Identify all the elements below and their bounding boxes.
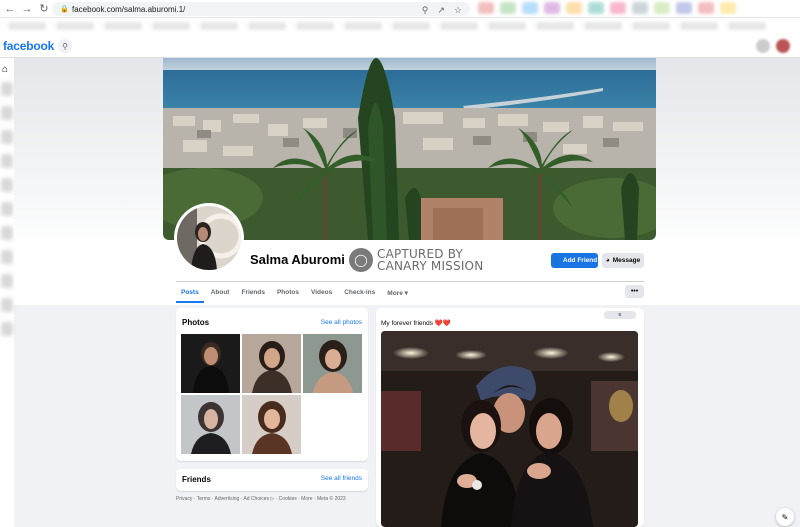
extension-icon[interactable]	[500, 2, 516, 14]
bookmark-item[interactable]	[8, 22, 46, 30]
search-icon[interactable]: ⚲	[58, 39, 72, 53]
extension-icon[interactable]	[478, 2, 494, 14]
url-text: facebook.com/salma.aburomi.1/	[72, 4, 186, 14]
shortcut-icon[interactable]	[1, 274, 13, 288]
bookmark-item[interactable]	[56, 22, 94, 30]
back-icon[interactable]: ←	[3, 2, 17, 16]
bookmark-item[interactable]	[392, 22, 430, 30]
extension-icon[interactable]	[632, 2, 648, 14]
tab-about[interactable]: About	[206, 286, 235, 303]
browser-toolbar: ← → ↻ 🔒 facebook.com/salma.aburomi.1/ ⚲ …	[0, 0, 800, 18]
photo-thumbnail[interactable]	[242, 395, 301, 454]
message-label: Message	[612, 257, 641, 264]
add-friend-icon: 👤	[551, 257, 560, 265]
bookmark-item[interactable]	[536, 22, 574, 30]
extension-icon[interactable]	[698, 2, 714, 14]
bookmark-item[interactable]	[728, 22, 766, 30]
bookmark-item[interactable]	[584, 22, 622, 30]
watermark-line-2: CANARY MISSION	[377, 259, 484, 273]
bookmark-item[interactable]	[296, 22, 334, 30]
share-icon[interactable]: ↗	[437, 5, 445, 16]
forward-icon[interactable]: →	[20, 2, 34, 16]
extension-icon[interactable]	[610, 2, 626, 14]
shortcut-icon[interactable]	[1, 226, 13, 240]
shortcut-icon[interactable]	[1, 202, 13, 216]
bookmark-item[interactable]	[104, 22, 142, 30]
edit-icon: ✎	[781, 512, 789, 522]
lock-icon: 🔒	[60, 6, 69, 13]
tab-friends[interactable]: Friends	[236, 286, 269, 303]
bookmark-item[interactable]	[488, 22, 526, 30]
bookmark-item[interactable]	[440, 22, 478, 30]
bookmarks-bar	[0, 18, 800, 34]
shortcut-icon[interactable]	[1, 106, 13, 120]
bookmark-item[interactable]	[248, 22, 286, 30]
photo-thumbnail[interactable]	[242, 334, 301, 393]
captured-watermark: ◯ CAPTURED BY CANARY MISSION	[349, 248, 483, 272]
menu-icon[interactable]	[756, 39, 770, 53]
see-all-photos-link[interactable]: See all photos	[321, 319, 362, 326]
header-actions	[756, 39, 790, 53]
photo-thumbnail[interactable]	[181, 334, 240, 393]
bookmark-item[interactable]	[152, 22, 190, 30]
bookmark-item[interactable]	[200, 22, 238, 30]
add-friend-button[interactable]: 👤 Add Friend	[551, 253, 598, 268]
shortcut-icon[interactable]	[1, 178, 13, 192]
profile-picture[interactable]	[174, 203, 244, 273]
left-rail: ⌂	[0, 58, 14, 527]
extension-icon[interactable]	[654, 2, 670, 14]
bookmark-item[interactable]	[680, 22, 718, 30]
shortcut-icon[interactable]	[1, 130, 13, 144]
tab-check-ins[interactable]: Check-ins	[339, 286, 380, 303]
shortcut-icon[interactable]	[1, 250, 13, 264]
extension-icon[interactable]	[676, 2, 692, 14]
profile-name: Salma Aburomi	[250, 252, 345, 267]
filters-button[interactable]: ≡	[604, 311, 636, 319]
home-icon[interactable]: ⌂	[2, 64, 8, 75]
shortcut-icon[interactable]	[1, 82, 13, 96]
post-card: ≡ My forever friends ❤️❤️	[376, 308, 644, 527]
post-caption: My forever friends ❤️❤️	[381, 320, 452, 327]
photos-title: Photos	[182, 318, 210, 327]
post-photo[interactable]	[381, 331, 638, 527]
compose-button[interactable]: ✎	[776, 508, 794, 526]
bookmark-item[interactable]	[632, 22, 670, 30]
tabs-divider	[176, 281, 644, 282]
add-friend-label: Add Friend	[562, 257, 598, 264]
see-all-friends-link[interactable]: See all friends	[321, 475, 362, 482]
cover-photo[interactable]	[163, 58, 656, 240]
photos-card: Photos See all photos	[176, 308, 368, 461]
profile-more-button[interactable]: •••	[625, 285, 644, 298]
star-icon[interactable]: ☆	[454, 5, 462, 16]
tab-posts[interactable]: Posts	[176, 286, 204, 303]
extension-icon[interactable]	[522, 2, 538, 14]
address-bar[interactable]: 🔒 facebook.com/salma.aburomi.1/ ⚲ ↗ ☆	[52, 2, 470, 16]
footer-links[interactable]: Privacy · Terms · Advertising · Ad Choic…	[176, 496, 346, 502]
zoom-icon[interactable]: ⚲	[422, 5, 429, 16]
profile-tabs: Posts About Friends Photos Videos Check-…	[176, 286, 415, 303]
extension-icon[interactable]	[588, 2, 604, 14]
tab-videos[interactable]: Videos	[306, 286, 337, 303]
message-button[interactable]: ◕ Message	[602, 253, 644, 268]
extension-icon[interactable]	[566, 2, 582, 14]
shortcut-icon[interactable]	[1, 298, 13, 312]
tab-more[interactable]: More ▾	[382, 286, 413, 303]
shortcut-icon[interactable]	[1, 154, 13, 168]
shortcut-icon[interactable]	[1, 322, 13, 336]
facebook-header: facebook ⚲	[0, 34, 800, 58]
extension-icon[interactable]	[720, 2, 736, 14]
photo-thumbnail[interactable]	[303, 334, 362, 393]
facebook-logo[interactable]: facebook	[3, 39, 54, 53]
messenger-icon: ◕	[605, 257, 610, 264]
reload-icon[interactable]: ↻	[37, 2, 51, 16]
friends-card: Friends See all friends	[176, 469, 368, 491]
bookmark-item[interactable]	[344, 22, 382, 30]
extensions-bar	[478, 2, 800, 16]
photo-thumbnail[interactable]	[181, 395, 240, 454]
canary-logo-icon: ◯	[349, 248, 373, 272]
friends-title: Friends	[182, 475, 211, 484]
tab-photos[interactable]: Photos	[272, 286, 304, 303]
extension-icon[interactable]	[544, 2, 560, 14]
account-avatar[interactable]	[776, 39, 790, 53]
